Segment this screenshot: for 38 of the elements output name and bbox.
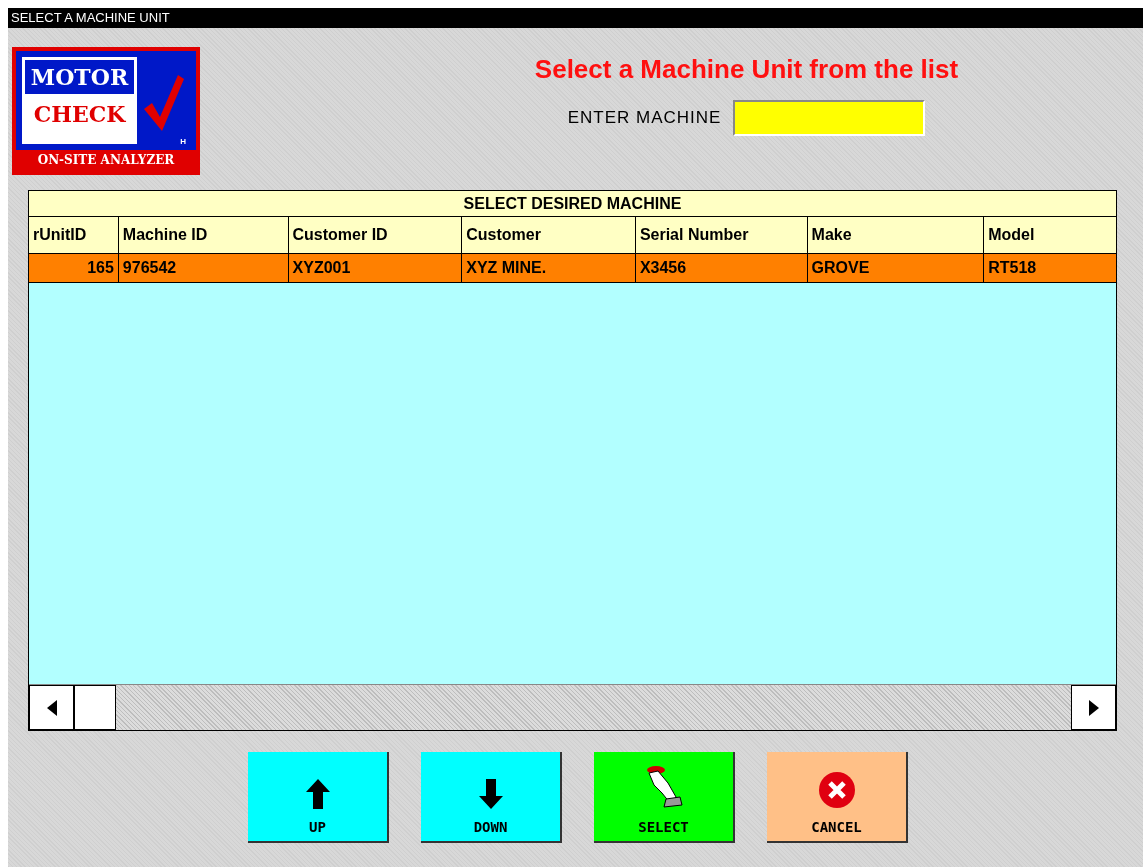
logo-text: MOTOR <box>25 60 134 94</box>
down-button[interactable]: DOWN <box>421 752 562 843</box>
logo-text: CHECK <box>32 100 127 127</box>
logo-mark: H <box>180 137 186 146</box>
cancel-button[interactable]: CANCEL <box>767 752 908 843</box>
select-button[interactable]: SELECT <box>594 752 735 843</box>
table-cell: RT518 <box>984 254 1116 282</box>
machine-input-field[interactable] <box>733 100 926 136</box>
table-title: SELECT DESIRED MACHINE <box>29 191 1116 217</box>
column-header[interactable]: Customer ID <box>288 217 463 253</box>
column-header[interactable]: rUnitID <box>29 217 119 253</box>
scroll-right-button[interactable] <box>1071 685 1116 730</box>
logo-tagline: ON-SITE ANALYZER <box>36 152 176 169</box>
window-title: SELECT A MACHINE UNIT <box>8 8 1143 28</box>
table-row[interactable]: 165 976542 XYZ001 XYZ MINE. X3456 GROVE RT518 <box>29 254 1116 283</box>
cancel-icon <box>817 771 856 809</box>
check-icon <box>142 73 184 133</box>
scroll-left-button[interactable] <box>29 685 74 730</box>
table-cell: 165 <box>29 254 119 282</box>
column-header[interactable]: Make <box>807 217 985 253</box>
scroll-thumb[interactable] <box>74 685 116 730</box>
left-arrow-icon <box>46 699 57 716</box>
table-cell: X3456 <box>635 254 808 282</box>
heading: Select a Machine Unit from the list <box>534 54 959 85</box>
up-arrow-icon <box>305 779 330 809</box>
horizontal-scrollbar[interactable] <box>29 684 1116 730</box>
column-header[interactable]: Machine ID <box>118 217 289 253</box>
field-label: ENTER MACHINE <box>567 108 722 128</box>
table-cell: 976542 <box>118 254 289 282</box>
table-cell: XYZ001 <box>288 254 463 282</box>
column-header[interactable]: Customer <box>462 217 636 253</box>
column-header[interactable]: Serial Number <box>635 217 808 253</box>
table-cell: XYZ MINE. <box>462 254 636 282</box>
right-arrow-icon <box>1088 699 1099 716</box>
up-button[interactable]: UP <box>248 752 389 843</box>
table-cell: GROVE <box>807 254 985 282</box>
column-header[interactable]: Model <box>984 217 1116 253</box>
down-arrow-icon <box>478 779 503 809</box>
